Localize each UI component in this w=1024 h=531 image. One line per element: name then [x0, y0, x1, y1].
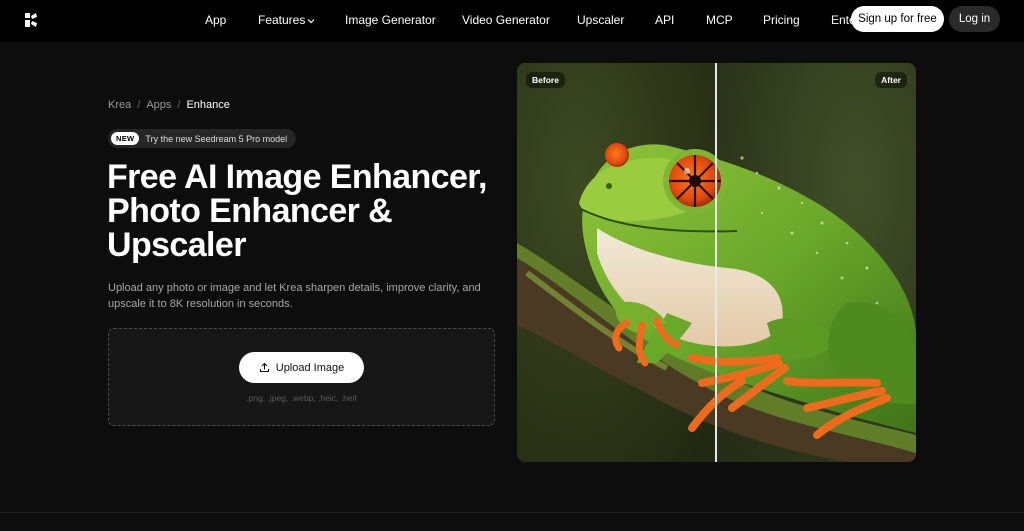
nav-item-app[interactable]: App	[205, 13, 226, 27]
upload-image-button[interactable]: Upload Image	[239, 352, 364, 383]
upload-image-label: Upload Image	[275, 361, 345, 374]
after-label: After	[875, 72, 907, 88]
section-divider	[0, 512, 1024, 513]
page-title: Free AI Image Enhancer, Photo Enhancer &…	[107, 160, 507, 262]
login-button[interactable]: Log in	[949, 6, 1000, 32]
signup-button[interactable]: Sign up for free	[851, 6, 944, 32]
promo-text: Try the new Seedream 5 Pro model	[145, 133, 288, 144]
page-subtitle: Upload any photo or image and let Krea s…	[108, 282, 481, 310]
top-nav: App Features Image Generator Video Gener…	[0, 0, 1024, 42]
frog-image	[517, 63, 916, 462]
chevron-down-icon	[307, 18, 315, 24]
nav-item-mcp[interactable]: MCP	[706, 13, 733, 27]
breadcrumb-item-current: Enhance	[186, 99, 230, 111]
nav-item-upscaler[interactable]: Upscaler	[577, 13, 624, 27]
page-title-line-3: Upscaler	[107, 226, 246, 264]
before-label: Before	[526, 72, 565, 88]
breadcrumb-item-krea[interactable]: Krea	[108, 99, 131, 111]
nav-item-image-generator[interactable]: Image Generator	[345, 13, 436, 27]
nav-item-features[interactable]: Features	[258, 13, 315, 27]
supported-formats: .png, .jpeg, .webp, .heic, .heif	[246, 393, 357, 403]
new-badge: NEW	[111, 132, 140, 145]
before-after-comparison[interactable]: Before After	[517, 63, 916, 462]
nav-item-video-generator[interactable]: Video Generator	[462, 13, 550, 27]
nav-item-api[interactable]: API	[655, 13, 674, 27]
upload-dropzone[interactable]: Upload Image .png, .jpeg, .webp, .heic, …	[108, 328, 495, 426]
breadcrumb: Krea / Apps / Enhance	[108, 99, 230, 111]
breadcrumb-separator: /	[177, 99, 181, 111]
breadcrumb-item-apps[interactable]: Apps	[146, 99, 171, 111]
upload-icon	[259, 362, 269, 373]
breadcrumb-separator: /	[137, 99, 141, 111]
page-title-line-2: Photo Enhancer &	[107, 192, 393, 230]
nav-item-pricing[interactable]: Pricing	[763, 13, 800, 27]
nav-links: App Features Image Generator Video Gener…	[0, 0, 860, 42]
compare-slider-handle[interactable]	[715, 63, 717, 462]
page-title-line-1: Free AI Image Enhancer,	[107, 158, 487, 196]
promo-pill[interactable]: NEW Try the new Seedream 5 Pro model	[108, 129, 297, 148]
nav-item-features-label: Features	[258, 13, 306, 27]
